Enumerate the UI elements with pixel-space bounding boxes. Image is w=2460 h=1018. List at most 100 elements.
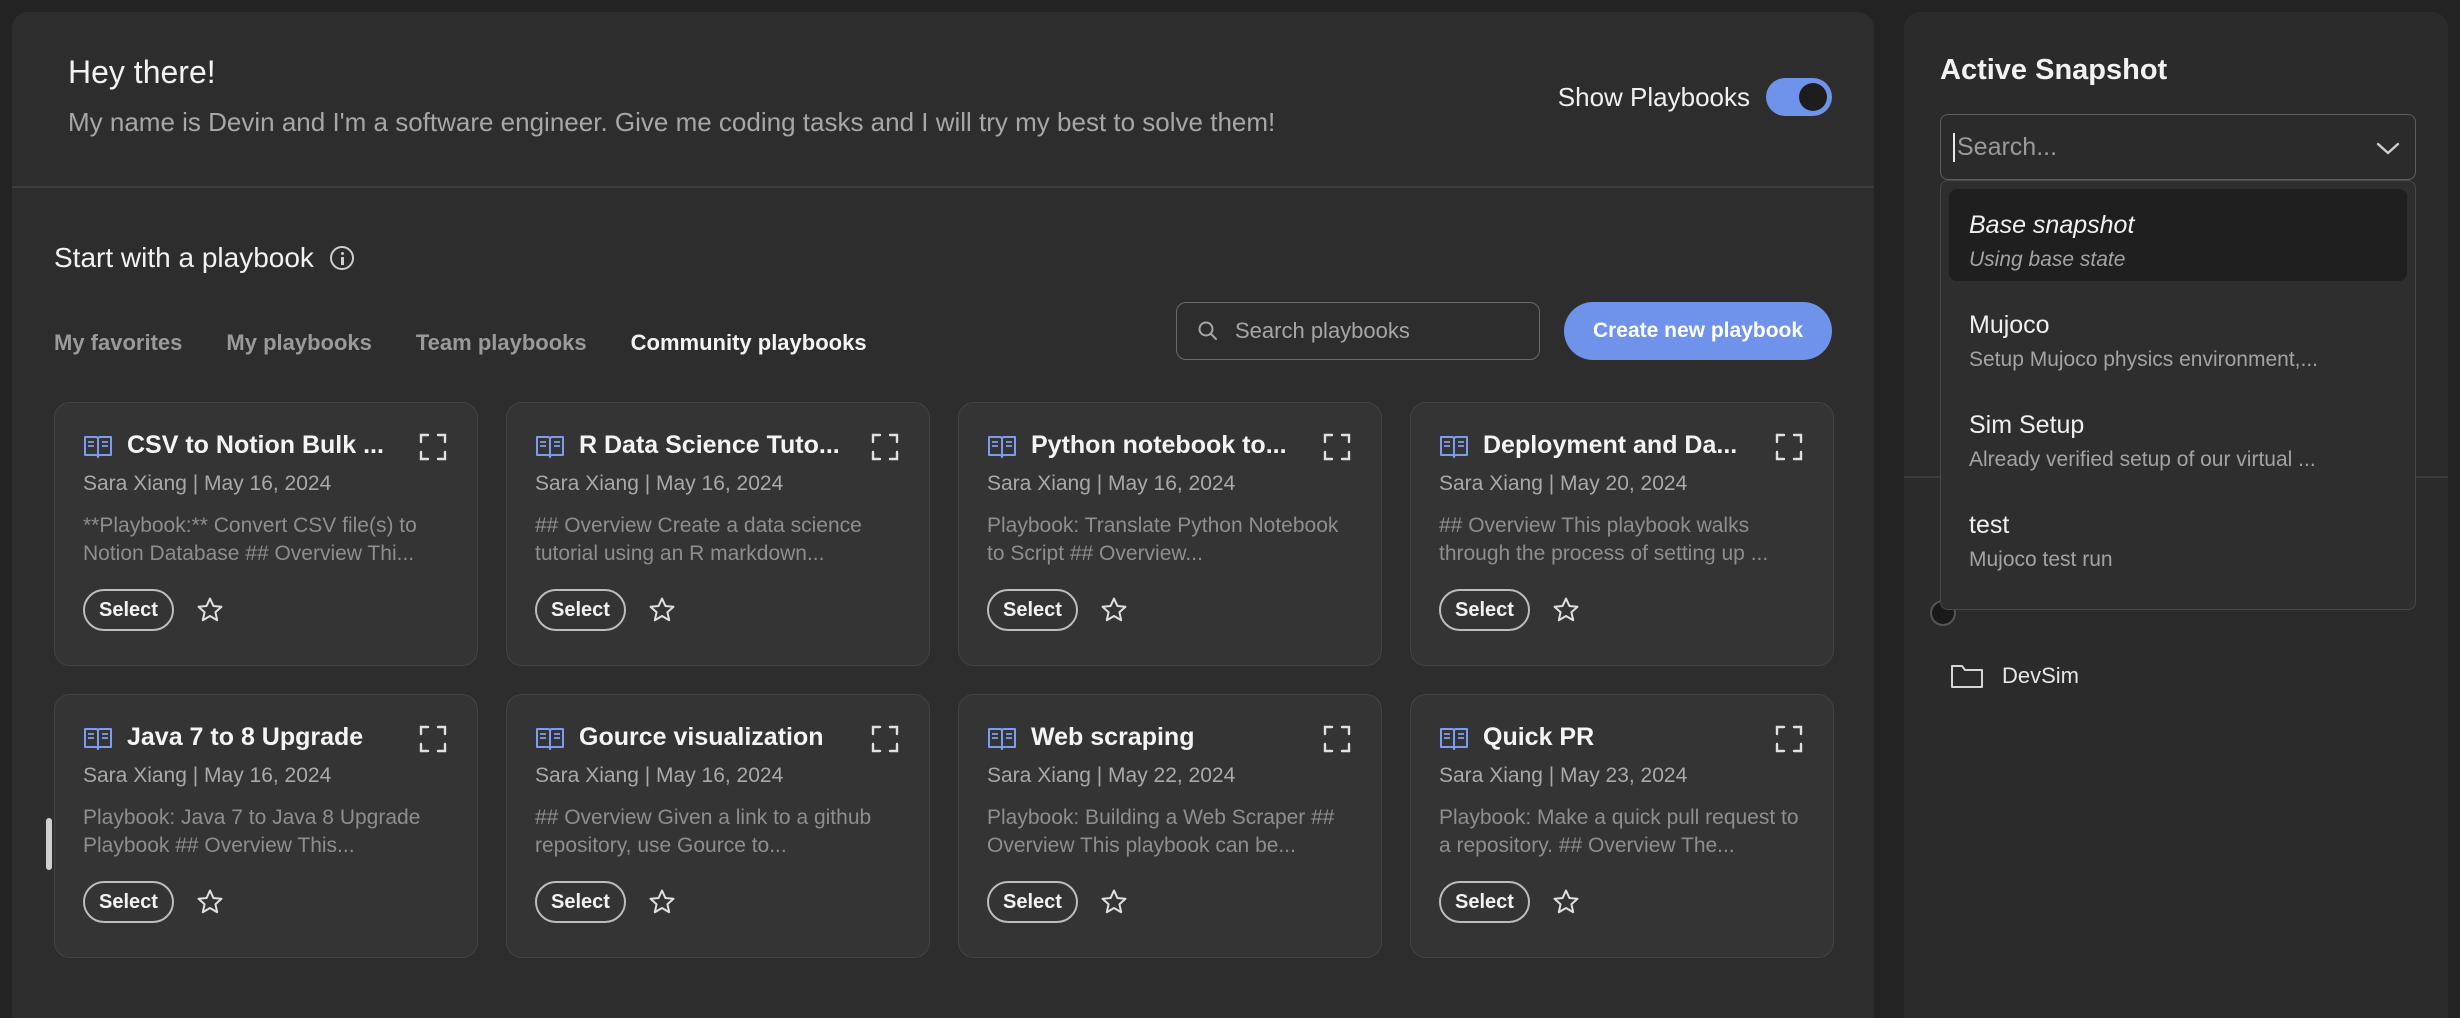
section-title: Start with a playbook [54,242,314,273]
snapshot-search-box [1940,114,2416,180]
card-description: Playbook: Java 7 to Java 8 Upgrade Playb… [83,806,421,857]
chevron-down-icon[interactable] [2375,137,2401,159]
card-meta: Sara Xiang | May 16, 2024 [535,472,784,495]
show-playbooks-toggle-group: Show Playbooks [1558,78,1832,116]
card-header: Python notebook to... [987,431,1351,460]
search-icon [1198,321,1217,340]
option-subtitle: Setup Mujoco physics environment,... [1969,348,2319,371]
star-icon[interactable] [196,888,224,916]
star-icon[interactable] [1100,888,1128,916]
card-title: Gource visualization [579,723,824,751]
create-new-playbook-button[interactable]: Create new playbook [1564,302,1832,360]
snapshot-dropdown: Base snapshot Using base state Mujoco Se… [1940,180,2416,610]
card-meta: Sara Xiang | May 16, 2024 [83,764,332,787]
show-playbooks-toggle[interactable] [1766,78,1832,116]
playbook-card[interactable]: Java 7 to 8 Upgrade Sara Xiang | May 16,… [54,694,478,958]
playbook-card[interactable]: Web scraping Sara Xiang | May 22, 2024 P… [958,694,1382,958]
select-button[interactable]: Select [83,589,174,631]
select-button[interactable]: Select [987,589,1078,631]
book-icon [1440,435,1468,458]
card-title: Quick PR [1483,723,1595,751]
card-meta: Sara Xiang | May 16, 2024 [535,764,784,787]
option-subtitle: Already verified setup of our virtual ..… [1969,448,2316,471]
expand-icon[interactable] [1323,433,1351,461]
card-actions: Select [535,881,676,923]
active-snapshot-title: Active Snapshot [1940,54,2168,86]
star-icon[interactable] [1552,596,1580,624]
select-button[interactable]: Select [83,881,174,923]
scrollbar-handle[interactable] [46,818,52,870]
folder-label: DevSim [2002,663,2080,688]
tab-team-playbooks[interactable]: Team playbooks [416,330,587,356]
star-icon[interactable] [1552,888,1580,916]
playbook-card[interactable]: R Data Science Tuto... Sara Xiang | May … [506,402,930,666]
greeting-message: My name is Devin and I'm a software engi… [68,107,1276,137]
card-header: Quick PR [1439,723,1803,752]
book-icon [988,727,1016,750]
option-subtitle: Using base state [1969,248,2126,271]
book-icon [84,435,112,458]
snapshot-option-base[interactable]: Base snapshot Using base state [1949,189,2407,281]
card-title: Java 7 to 8 Upgrade [127,723,364,751]
card-meta: Sara Xiang | May 16, 2024 [987,472,1236,495]
star-icon[interactable] [196,596,224,624]
expand-icon[interactable] [1323,725,1351,753]
card-title: Python notebook to... [1031,431,1287,459]
option-title: Mujoco [1969,311,2050,339]
option-subtitle: Mujoco test run [1969,548,2113,571]
playbook-card[interactable]: Python notebook to... Sara Xiang | May 1… [958,402,1382,666]
select-button[interactable]: Select [1439,589,1530,631]
card-header: Gource visualization [535,723,899,752]
greeting-title: Hey there! [68,54,216,90]
card-meta: Sara Xiang | May 23, 2024 [1439,764,1688,787]
snapshot-option-sim-setup[interactable]: Sim Setup Already verified setup of our … [1949,389,2407,481]
search-playbooks-box [1176,302,1540,360]
card-title: CSV to Notion Bulk ... [127,431,384,459]
expand-icon[interactable] [1775,433,1803,461]
expand-icon[interactable] [871,725,899,753]
tab-my-favorites[interactable]: My favorites [54,330,182,356]
select-button[interactable]: Select [535,589,626,631]
expand-icon[interactable] [1775,725,1803,753]
snapshot-option-test[interactable]: test Mujoco test run [1949,489,2407,581]
select-button[interactable]: Select [1439,881,1530,923]
tab-my-playbooks[interactable]: My playbooks [226,330,371,356]
card-meta: Sara Xiang | May 20, 2024 [1439,472,1688,495]
toggle-knob [1799,83,1827,111]
info-icon[interactable] [329,246,354,270]
select-button[interactable]: Select [535,881,626,923]
card-header: Java 7 to 8 Upgrade [83,723,447,752]
card-meta: Sara Xiang | May 16, 2024 [83,472,332,495]
star-icon[interactable] [1100,596,1128,624]
playbook-card[interactable]: Deployment and Da... Sara Xiang | May 20… [1410,402,1834,666]
playbook-tabs: My favorites My playbooks Team playbooks… [54,330,867,356]
expand-icon[interactable] [419,433,447,461]
folder-icon [1951,665,1983,688]
expand-icon[interactable] [419,725,447,753]
tab-community-playbooks[interactable]: Community playbooks [631,330,867,356]
greeting: Hey there! My name is Devin and I'm a so… [68,54,1275,138]
playbook-card[interactable]: Quick PR Sara Xiang | May 23, 2024 Playb… [1410,694,1834,958]
header-divider [12,186,1874,188]
card-header: R Data Science Tuto... [535,431,899,460]
card-description: ## Overview Given a link to a github rep… [535,806,872,857]
folder-devsim[interactable]: DevSim [1950,662,2079,690]
select-button[interactable]: Select [987,881,1078,923]
expand-icon[interactable] [871,433,899,461]
option-title: Base snapshot [1969,211,2135,239]
star-icon[interactable] [648,888,676,916]
card-actions: Select [987,589,1128,631]
star-icon[interactable] [648,596,676,624]
book-icon [1440,727,1468,750]
card-actions: Select [987,881,1128,923]
snapshot-option-mujoco[interactable]: Mujoco Setup Mujoco physics environment,… [1949,289,2407,381]
snapshot-search-input[interactable] [1953,132,2353,162]
card-description: ## Overview This playbook walks through … [1439,514,1769,565]
card-description: Playbook: Translate Python Notebook to S… [987,514,1339,565]
card-title: Deployment and Da... [1483,431,1738,459]
card-title: R Data Science Tuto... [579,431,840,459]
playbook-card[interactable]: Gource visualization Sara Xiang | May 16… [506,694,930,958]
card-header: Deployment and Da... [1439,431,1803,460]
playbook-card[interactable]: CSV to Notion Bulk ... Sara Xiang | May … [54,402,478,666]
search-playbooks-input[interactable] [1235,318,1515,344]
